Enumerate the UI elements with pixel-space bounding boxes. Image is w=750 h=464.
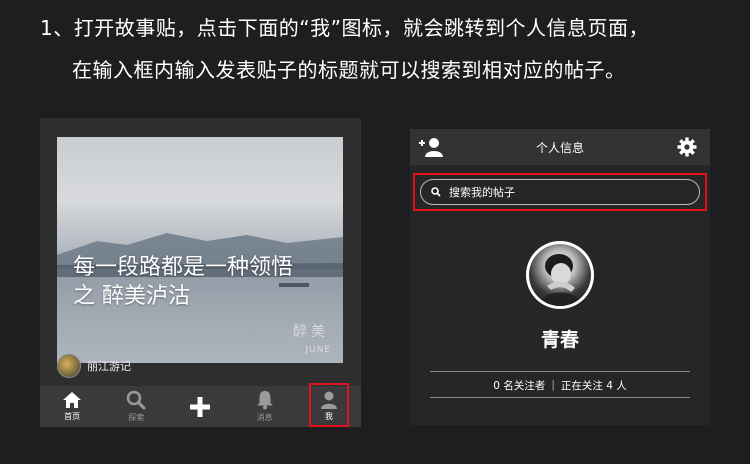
profile-screen: 个人信息 搜索我的帖子 青春 0 名关注者 | 正在关注 4 人 bbox=[410, 129, 710, 425]
search-icon bbox=[127, 390, 146, 410]
tab-me[interactable]: 我 bbox=[301, 383, 357, 427]
author-avatar bbox=[57, 354, 81, 378]
tab-home[interactable]: 首页 bbox=[44, 386, 100, 427]
profile-body: 搜索我的帖子 青春 0 名关注者 | 正在关注 4 人 bbox=[410, 165, 710, 425]
divider bbox=[430, 371, 690, 372]
settings-button[interactable] bbox=[677, 137, 697, 161]
story-caption-line-2: 之 醉美泸沽 bbox=[73, 284, 190, 309]
instruction-line-1: 1、打开故事贴，点击下面的“我”图标，就会跳转到个人信息页面， bbox=[40, 16, 649, 40]
tab-home-label: 首页 bbox=[64, 412, 81, 421]
search-placeholder: 搜索我的帖子 bbox=[449, 186, 515, 199]
follow-stats: 0 名关注者 | 正在关注 4 人 bbox=[410, 375, 710, 395]
bell-icon bbox=[256, 391, 273, 410]
following-count[interactable]: 正在关注 4 人 bbox=[561, 378, 627, 393]
story-card-image[interactable]: 每一段路都是一种领悟 之 醉美泸沽 醉美 JUNE bbox=[57, 137, 343, 363]
tab-messages[interactable]: 消息 bbox=[237, 386, 293, 427]
signature-text: 醉美 bbox=[293, 324, 329, 340]
instruction-line-2: 在输入框内输入发表贴子的标题就可以搜索到相对应的帖子。 bbox=[72, 58, 626, 82]
avatar[interactable] bbox=[526, 241, 594, 309]
add-user-icon bbox=[419, 138, 443, 157]
gear-icon bbox=[677, 137, 697, 157]
tutorial-page: 1、打开故事贴，点击下面的“我”图标，就会跳转到个人信息页面， 在输入框内输入发… bbox=[0, 0, 750, 464]
followers-count[interactable]: 0 名关注者 bbox=[493, 378, 545, 393]
signature-subtext: JUNE bbox=[305, 345, 331, 355]
search-highlight-box: 搜索我的帖子 bbox=[413, 173, 707, 211]
profile-header: 个人信息 bbox=[410, 129, 710, 165]
add-friend-button[interactable] bbox=[419, 137, 443, 161]
tab-explore-label: 探索 bbox=[128, 413, 145, 422]
feed-screen: 每一段路都是一种领悟 之 醉美泸沽 醉美 JUNE 丽江游记 首页 探索 消息 … bbox=[40, 118, 361, 427]
tab-messages-label: 消息 bbox=[256, 413, 273, 422]
tab-create[interactable] bbox=[172, 386, 228, 427]
bottom-tab-bar: 首页 探索 消息 我 bbox=[40, 383, 361, 427]
divider bbox=[430, 397, 690, 398]
avatar-portrait bbox=[539, 254, 583, 306]
home-icon bbox=[63, 392, 82, 408]
plus-icon bbox=[190, 396, 211, 417]
tab-explore[interactable]: 探索 bbox=[108, 386, 164, 427]
separator: | bbox=[551, 379, 555, 391]
story-caption-line-1: 每一段路都是一种领悟 bbox=[73, 255, 294, 280]
story-author[interactable]: 丽江游记 bbox=[57, 354, 131, 378]
search-input[interactable]: 搜索我的帖子 bbox=[420, 179, 700, 205]
profile-name: 青春 bbox=[540, 329, 579, 351]
story-caption: 每一段路都是一种领悟 之 醉美泸沽 bbox=[73, 253, 293, 311]
tab-me-highlight-box bbox=[308, 383, 349, 427]
search-icon bbox=[431, 187, 441, 197]
avatar-photo bbox=[529, 244, 591, 306]
author-name: 丽江游记 bbox=[87, 360, 131, 373]
page-title: 个人信息 bbox=[535, 140, 584, 155]
